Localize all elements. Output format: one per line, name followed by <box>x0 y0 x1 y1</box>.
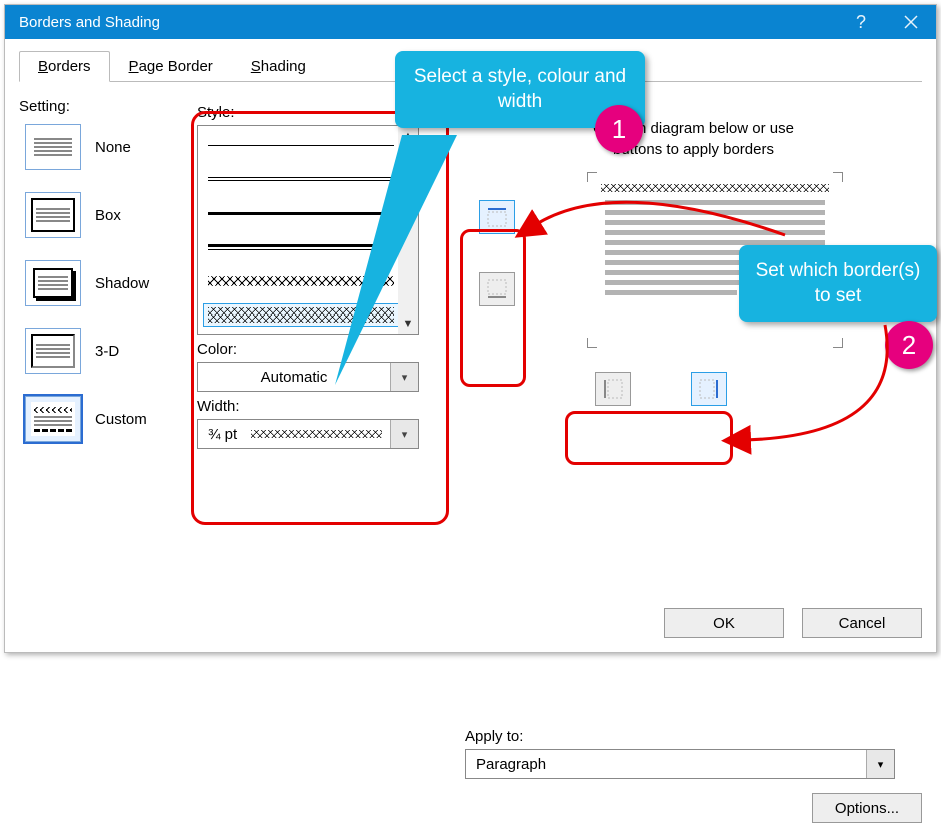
apply-to-label: Apply to: <box>465 728 922 745</box>
setting-box[interactable]: Box <box>25 191 189 239</box>
badge-2: 2 <box>885 321 933 369</box>
help-button[interactable]: ? <box>836 5 886 39</box>
window-title: Borders and Shading <box>19 14 836 31</box>
callout-2: Set which border(s) to set <box>739 245 937 322</box>
chevron-down-icon[interactable]: ▾ <box>866 750 894 778</box>
close-button[interactable] <box>886 5 936 39</box>
border-right-button[interactable] <box>691 372 727 406</box>
dialog-window: Borders and Shading ? Borders Page Borde… <box>4 4 937 653</box>
border-left-button[interactable] <box>595 372 631 406</box>
setting-none[interactable]: None <box>25 123 189 171</box>
setting-3d[interactable]: 3-D <box>25 327 189 375</box>
tab-borders[interactable]: Borders <box>19 51 110 82</box>
badge-1: 1 <box>595 105 643 153</box>
titlebar: Borders and Shading ? <box>5 5 936 39</box>
tab-shading[interactable]: Shading <box>232 51 325 82</box>
annotation-highlight <box>565 411 733 465</box>
tab-page-border[interactable]: Page Border <box>110 51 232 82</box>
setting-label: Setting: <box>19 98 189 115</box>
setting-custom[interactable]: Custom <box>25 395 189 443</box>
apply-to-dropdown[interactable]: Paragraph ▾ <box>465 749 895 779</box>
options-button[interactable]: Options... <box>812 793 922 823</box>
setting-shadow[interactable]: Shadow <box>25 259 189 307</box>
cancel-button[interactable]: Cancel <box>802 608 922 638</box>
ok-button[interactable]: OK <box>664 608 784 638</box>
